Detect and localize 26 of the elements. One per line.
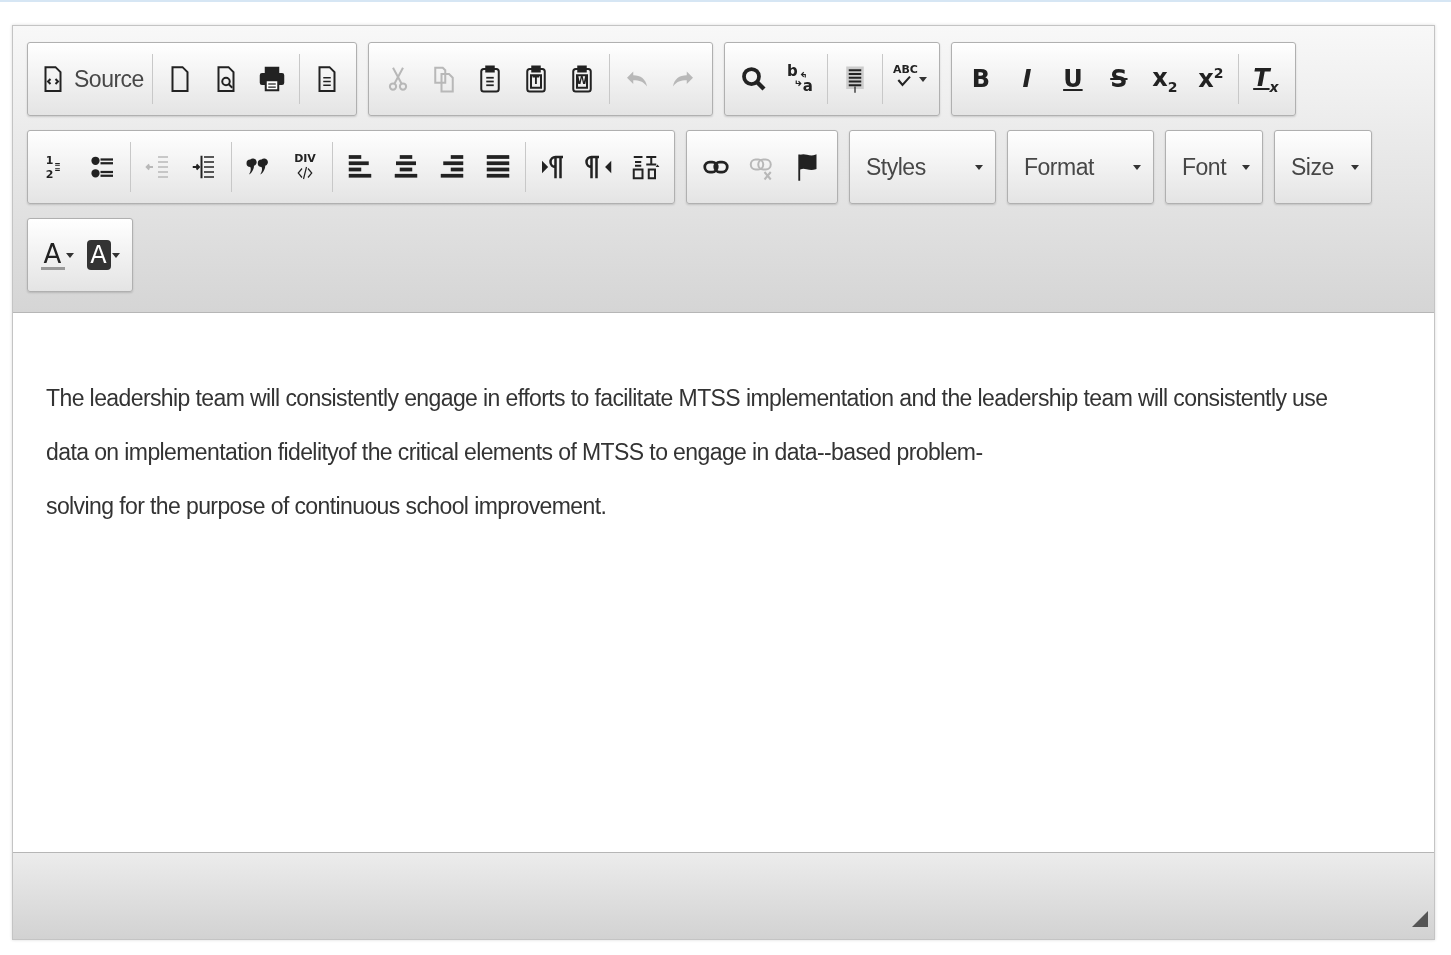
dropdown[interactable]: Size [1274,130,1372,204]
bold-button[interactable]: B [957,55,1004,103]
dropdown[interactable]: Font [1165,130,1263,204]
replace-button[interactable]: b a [776,55,823,103]
resize-handle-icon[interactable] [1412,911,1428,927]
remove-format-button[interactable]: T$_{x}$ [1242,55,1289,103]
dropdown[interactable]: Styles [849,130,996,204]
subscript-button[interactable]: x$_{2}$ [1141,55,1188,103]
underline-button[interactable]: U [1049,55,1096,103]
div-container-button[interactable]: DIV [282,143,328,191]
paste-text-button[interactable]: T [512,55,559,103]
caret-icon [1133,164,1141,170]
background-color-button[interactable]: A [80,231,126,279]
caret-icon [1351,164,1359,170]
text-color-button[interactable]: A [34,231,80,279]
dropdown[interactable]: Format [1007,130,1154,204]
paragraph: The leadership team will consistently engage in efforts to facilitate MTSS implementation and the leadership team will consistently use data on implementation fidelityof the critical elements of MTSS to engage in data--based problem- solving for the purpose of continuous school improvement. [46,384,1328,521]
caret-icon [1242,164,1250,170]
spellcheck-button[interactable]: ABC [886,55,933,103]
editing-area[interactable] [13,313,1434,852]
strike-button[interactable]: S [1095,55,1142,103]
caret-icon [975,164,983,170]
superscript-button[interactable]: x$^{2}$ [1187,55,1234,103]
italic-button[interactable]: I [1003,55,1050,103]
numbered-list-button[interactable]: 1 2 [34,143,80,191]
source-button[interactable]: Source [34,55,148,103]
